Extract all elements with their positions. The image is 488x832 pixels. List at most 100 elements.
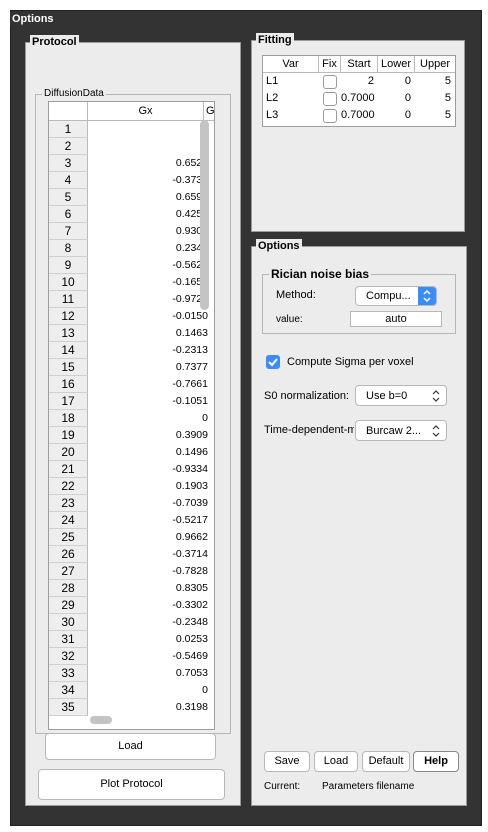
gx-cell[interactable]: 0.6528 — [88, 155, 212, 172]
gx-cell[interactable]: 0 — [88, 682, 212, 699]
table-row[interactable]: 7 0.9307 — [49, 223, 214, 240]
table-row[interactable]: 29 -0.3302 — [49, 597, 214, 614]
table-row[interactable]: 26 -0.3714 — [49, 546, 214, 563]
table-row[interactable]: 25 0.9662 — [49, 529, 214, 546]
gx-cell[interactable]: 0.3198 — [88, 699, 212, 716]
gx-cell[interactable]: -0.3302 — [88, 597, 212, 614]
table-row[interactable]: 27 -0.7828 — [49, 563, 214, 580]
s0-normalization-select[interactable]: Use b=0 — [355, 385, 447, 406]
gx-cell[interactable]: -0.7828 — [88, 563, 212, 580]
gx-cell[interactable]: -0.9334 — [88, 461, 212, 478]
table-row[interactable]: 9 -0.5629 — [49, 257, 214, 274]
table-row[interactable]: 23 -0.7039 — [49, 495, 214, 512]
table-row[interactable]: 20 — [49, 138, 214, 155]
gx-cell[interactable]: -0.5629 — [88, 257, 212, 274]
gx-cell[interactable]: 0.8305 — [88, 580, 212, 597]
fit-upper-cell[interactable]: 5 — [415, 73, 451, 90]
plot-protocol-button[interactable]: Plot Protocol — [38, 769, 225, 800]
default-button[interactable]: Default — [362, 751, 410, 772]
table-row[interactable]: 34 0 — [49, 682, 214, 699]
fix-checkbox-l3[interactable] — [323, 109, 337, 123]
table-row[interactable]: 8 0.2346 — [49, 240, 214, 257]
fit-start-cell[interactable]: 0.7000 — [341, 90, 375, 107]
table-row[interactable]: 12 -0.0150 — [49, 308, 214, 325]
fit-lower-cell[interactable]: 0 — [378, 73, 411, 90]
protocol-load-button[interactable]: Load — [45, 733, 216, 760]
table-row[interactable]: 22 0.1903 — [49, 478, 214, 495]
table-row[interactable]: 6 0.4251 — [49, 206, 214, 223]
fit-upper-cell[interactable]: 5 — [415, 107, 451, 124]
fix-checkbox-l1[interactable] — [323, 75, 337, 89]
table-row[interactable]: 33 0.7053 — [49, 665, 214, 682]
gx-column-header[interactable]: Gx — [88, 102, 204, 120]
gx-cell[interactable]: -0.1656 — [88, 274, 212, 291]
save-button[interactable]: Save — [264, 751, 310, 772]
gx-cell[interactable]: -0.5469 — [88, 648, 212, 665]
help-button[interactable]: Help — [413, 751, 459, 772]
fit-lower-cell[interactable]: 0 — [378, 90, 411, 107]
gx-cell[interactable]: 0.0253 — [88, 631, 212, 648]
table-row[interactable]: 10 -0.1656 — [49, 274, 214, 291]
gx-cell[interactable]: 0 — [88, 138, 212, 155]
gx-cell[interactable]: 0.7053 — [88, 665, 212, 682]
table-row[interactable]: 4 -0.3734 — [49, 172, 214, 189]
compute-sigma-checkbox[interactable] — [266, 355, 280, 369]
table-row[interactable]: 21 -0.9334 — [49, 461, 214, 478]
fitting-table[interactable]: Var Fix Start Lower Upper L1 2 0 5 L2 0.… — [262, 55, 456, 127]
fix-checkbox-l2[interactable] — [323, 92, 337, 106]
gx-cell[interactable]: 0.9307 — [88, 223, 212, 240]
table-row[interactable]: 18 0 — [49, 410, 214, 427]
fit-lower-cell[interactable]: 0 — [378, 107, 411, 124]
fit-start-cell[interactable]: 2 — [341, 73, 374, 90]
gx-cell[interactable]: -0.9726 — [88, 291, 212, 308]
gx-cell[interactable]: 0.1496 — [88, 444, 212, 461]
table-row[interactable]: 3 0.6528 — [49, 155, 214, 172]
table-row[interactable]: 11 -0.9726 — [49, 291, 214, 308]
table-row[interactable]: 28 0.8305 — [49, 580, 214, 597]
fit-start-cell[interactable]: 0.7000 — [341, 107, 375, 124]
fit-var-cell[interactable]: L3 — [266, 107, 316, 124]
table-row[interactable]: 20 0.1496 — [49, 444, 214, 461]
gx-cell[interactable]: -0.3734 — [88, 172, 212, 189]
gx-cell[interactable]: -0.7039 — [88, 495, 212, 512]
horizontal-scrollbar[interactable] — [90, 716, 112, 724]
gx-cell[interactable]: -0.1051 — [88, 393, 212, 410]
diffusion-data-table[interactable]: Gx G 102030.65284-0.373450.659560.425170… — [48, 101, 215, 730]
table-row[interactable]: 17 -0.1051 — [49, 393, 214, 410]
gx-cell[interactable]: -0.0150 — [88, 308, 212, 325]
gx-cell[interactable]: 0.4251 — [88, 206, 212, 223]
table-row[interactable]: 16 -0.7661 — [49, 376, 214, 393]
table-row[interactable]: 24 -0.5217 — [49, 512, 214, 529]
method-select[interactable]: Compu... — [355, 286, 437, 306]
noise-value-field[interactable]: auto — [350, 311, 442, 327]
table-row[interactable]: 32 -0.5469 — [49, 648, 214, 665]
gx-cell[interactable]: -0.2348 — [88, 614, 212, 631]
table-row[interactable]: 14 -0.2313 — [49, 342, 214, 359]
table-row[interactable]: 35 0.3198 — [49, 699, 214, 716]
gx-cell[interactable]: 0 — [88, 121, 212, 138]
gx-cell[interactable]: 0.1463 — [88, 325, 212, 342]
gx-cell[interactable]: 0.9662 — [88, 529, 212, 546]
gx-cell[interactable]: -0.2313 — [88, 342, 212, 359]
options-load-button[interactable]: Load — [314, 751, 358, 772]
table-row[interactable]: 10 — [49, 121, 214, 138]
table-row[interactable]: 13 0.1463 — [49, 325, 214, 342]
gx-cell[interactable]: -0.7661 — [88, 376, 212, 393]
fit-var-cell[interactable]: L1 — [266, 73, 316, 90]
gx-cell[interactable]: 0.3909 — [88, 427, 212, 444]
vertical-scrollbar[interactable] — [200, 120, 209, 310]
gx-cell[interactable]: 0.1903 — [88, 478, 212, 495]
gy-column-header[interactable]: G — [204, 102, 214, 120]
fit-upper-cell[interactable]: 5 — [415, 90, 451, 107]
table-row[interactable]: 19 0.3909 — [49, 427, 214, 444]
gx-cell[interactable]: 0 — [88, 410, 212, 427]
time-dependent-select[interactable]: Burcaw 2... — [355, 420, 447, 441]
gx-cell[interactable]: -0.3714 — [88, 546, 212, 563]
gx-cell[interactable]: 0.7377 — [88, 359, 212, 376]
table-row[interactable]: 5 0.6595 — [49, 189, 214, 206]
fit-var-cell[interactable]: L2 — [266, 90, 316, 107]
gx-cell[interactable]: -0.5217 — [88, 512, 212, 529]
table-row[interactable]: 31 0.0253 — [49, 631, 214, 648]
gx-cell[interactable]: 0.6595 — [88, 189, 212, 206]
table-row[interactable]: 15 0.7377 — [49, 359, 214, 376]
